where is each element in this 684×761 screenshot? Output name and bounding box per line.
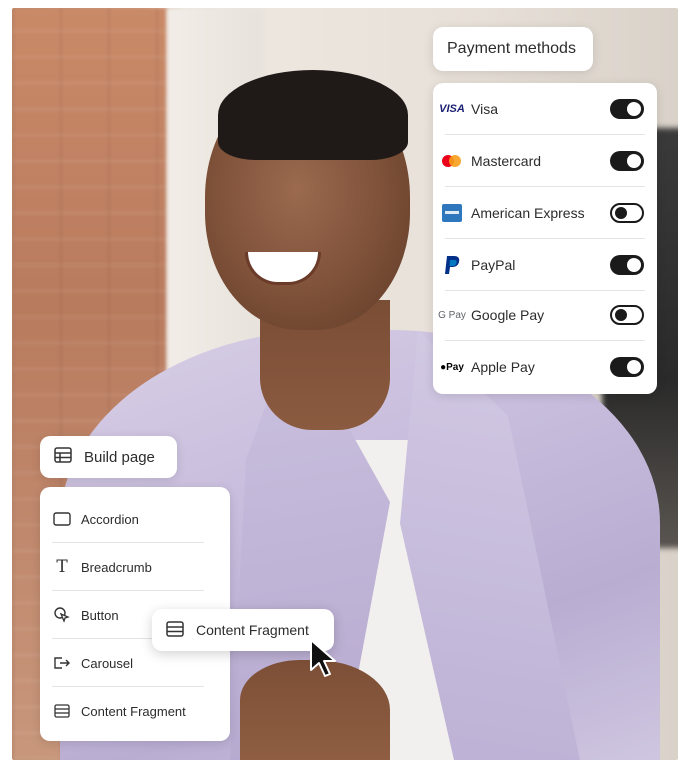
content-fragment-icon — [166, 620, 184, 640]
payment-label: Visa — [471, 101, 498, 117]
component-label: Button — [81, 607, 119, 623]
content-fragment-icon — [51, 704, 73, 718]
amex-toggle[interactable] — [610, 203, 644, 223]
paypal-logo — [433, 255, 471, 275]
component-item-accordion[interactable]: Accordion — [40, 495, 230, 543]
payment-label: Mastercard — [471, 153, 542, 169]
component-label: Carousel — [81, 655, 134, 671]
payment-row-apple-pay: ● Pay Apple Pay — [433, 341, 657, 393]
payment-row-paypal: PayPal — [433, 239, 657, 291]
payment-row-google-pay: G Pay Google Pay — [433, 289, 657, 341]
component-label: Breadcrumb — [81, 559, 152, 575]
payment-row-visa: VISA Visa — [433, 83, 657, 135]
build-page-header[interactable]: Build page — [40, 436, 177, 478]
carousel-icon — [51, 656, 73, 670]
hero-stage: Payment methods VISA Visa Mastercard Ame… — [0, 0, 684, 761]
payment-row-mastercard: Mastercard — [433, 135, 657, 187]
payment-label: American Express — [471, 205, 585, 221]
payment-label: Google Pay — [471, 307, 545, 323]
apple-pay-toggle[interactable] — [610, 357, 644, 377]
table-icon — [54, 447, 72, 467]
payment-label: Apple Pay — [471, 359, 535, 375]
amex-logo — [433, 204, 471, 222]
button-icon — [51, 606, 73, 624]
visa-toggle[interactable] — [610, 99, 644, 119]
paypal-toggle[interactable] — [610, 255, 644, 275]
payment-methods-title: Payment methods — [433, 27, 593, 71]
visa-logo: VISA — [439, 103, 465, 115]
dragging-content-fragment[interactable]: Content Fragment — [152, 609, 334, 651]
breadcrumb-icon: T — [56, 557, 68, 577]
accordion-icon — [51, 512, 73, 526]
payment-methods-list: VISA Visa Mastercard American Express Pa… — [433, 83, 657, 394]
mouse-pointer-icon — [310, 639, 336, 677]
component-item-breadcrumb[interactable]: T Breadcrumb — [40, 543, 230, 591]
hair — [218, 70, 408, 160]
dragging-label: Content Fragment — [196, 622, 309, 638]
component-label: Content Fragment — [81, 703, 186, 719]
google-pay-toggle[interactable] — [610, 305, 644, 325]
apple-pay-logo: ● Pay — [440, 361, 464, 373]
google-pay-logo: G Pay — [438, 309, 466, 321]
mastercard-logo — [433, 154, 471, 168]
mastercard-toggle[interactable] — [610, 151, 644, 171]
payment-label: PayPal — [471, 257, 516, 273]
component-item-content-fragment[interactable]: Content Fragment — [40, 687, 230, 735]
payment-row-amex: American Express — [433, 187, 657, 239]
component-label: Accordion — [81, 511, 139, 527]
build-page-title: Build page — [84, 448, 155, 466]
